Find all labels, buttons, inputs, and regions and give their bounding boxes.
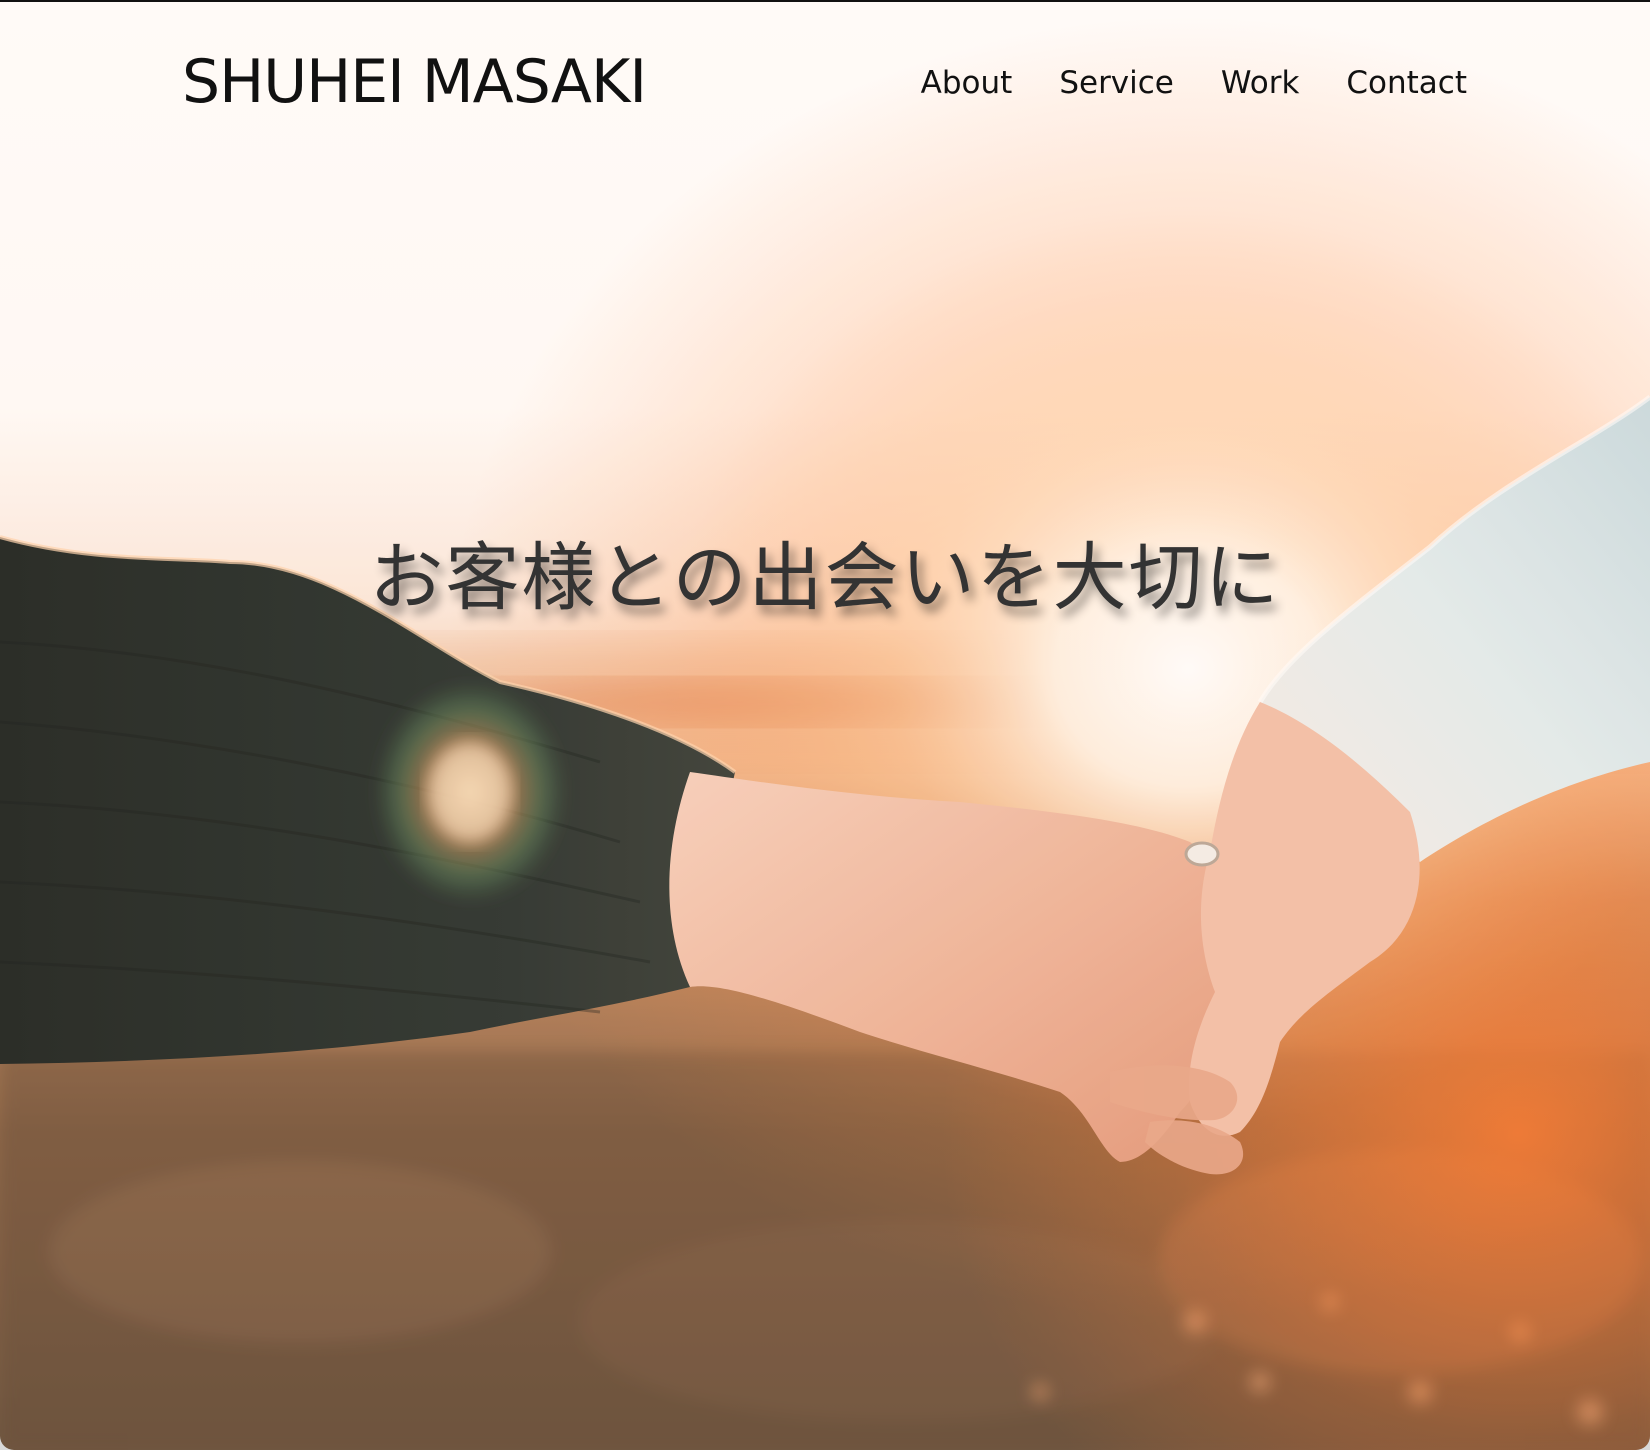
hero-tagline: お客様との出会いを大切に [369, 535, 1281, 621]
nav-item-service: Service [1059, 68, 1174, 99]
nav-list: About Service Work Contact [921, 68, 1467, 99]
nav-item-about: About [921, 68, 1013, 99]
browser-window: SHUHEI MASAKI About Service Work Contact… [0, 0, 1650, 1450]
nav-link-work[interactable]: Work [1221, 68, 1300, 99]
holding-hands-sunset-photo [0, 2, 1650, 1450]
site-logo[interactable]: SHUHEI MASAKI [182, 52, 647, 112]
nav-link-about[interactable]: About [921, 68, 1013, 99]
nav-link-service[interactable]: Service [1059, 68, 1174, 99]
nav-link-contact[interactable]: Contact [1346, 68, 1467, 99]
site-header: SHUHEI MASAKI About Service Work Contact [0, 2, 1650, 182]
hero-image [0, 2, 1650, 1450]
nav-item-work: Work [1221, 68, 1300, 99]
nav-item-contact: Contact [1346, 68, 1467, 99]
